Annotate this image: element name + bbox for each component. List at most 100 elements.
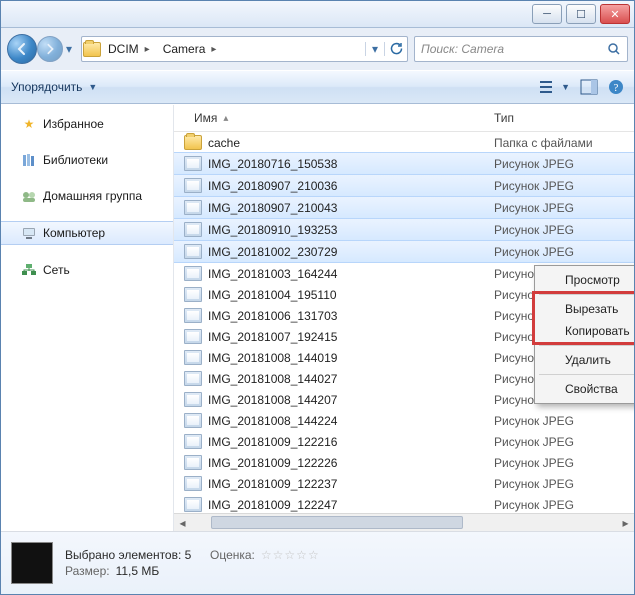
file-name: IMG_20181002_230729 [208, 245, 337, 259]
scroll-thumb[interactable] [211, 516, 463, 529]
file-name: IMG_20181008_144027 [208, 372, 337, 386]
svg-text:?: ? [614, 82, 619, 94]
ctx-delete[interactable]: Удалить [537, 349, 634, 371]
file-row[interactable]: IMG_20181009_122247Рисунок JPEG [174, 494, 634, 513]
file-row[interactable]: IMG_20181002_230729 Рисунок JPEG [174, 240, 634, 263]
column-type[interactable]: Тип [488, 111, 634, 125]
file-type: Рисунок JPEG [488, 157, 634, 171]
nav-favorites[interactable]: ★ Избранное [1, 113, 173, 135]
nav-label: Домашняя группа [43, 189, 142, 203]
nav-label: Сеть [43, 263, 70, 277]
file-name: IMG_20180716_150538 [208, 157, 337, 171]
breadcrumb-dcim[interactable]: DCIM▸ [102, 37, 157, 61]
image-file-icon [184, 266, 202, 281]
search-placeholder: Поиск: Camera [421, 42, 504, 56]
column-label: Имя [194, 111, 217, 125]
command-bar: Упорядочить ▼ ▼ ? [1, 70, 634, 104]
image-file-icon [184, 413, 202, 428]
file-row[interactable]: cacheПапка с файлами [174, 132, 634, 153]
refresh-button[interactable] [384, 42, 407, 56]
nav-label: Компьютер [43, 226, 105, 240]
help-button[interactable]: ? [608, 79, 624, 95]
address-dropdown[interactable]: ▾ [365, 42, 384, 56]
nav-computer[interactable]: Компьютер [1, 221, 173, 245]
address-bar[interactable]: DCIM▸ Camera▸ ▾ [81, 36, 408, 62]
preview-pane-button[interactable] [580, 79, 598, 95]
column-headers: Имя ▴ Тип [174, 105, 634, 132]
menu-separator [539, 294, 634, 295]
column-label: Тип [494, 111, 514, 125]
image-file-icon [184, 392, 202, 407]
image-file-icon [184, 476, 202, 491]
nav-label: Библиотеки [43, 153, 108, 167]
view-options-button[interactable]: ▼ [539, 79, 570, 95]
file-row[interactable]: IMG_20181009_122237Рисунок JPEG [174, 473, 634, 494]
ctx-view[interactable]: Просмотр [537, 269, 634, 291]
file-row[interactable]: IMG_20181008_144224Рисунок JPEG [174, 410, 634, 431]
file-name: IMG_20180907_210043 [208, 201, 337, 215]
file-type: Рисунок JPEG [488, 456, 634, 470]
scroll-left-arrow[interactable]: ◂ [174, 514, 191, 531]
history-dropdown[interactable]: ▾ [63, 35, 75, 63]
ctx-cut[interactable]: Вырезать [537, 298, 634, 320]
image-file-icon [184, 371, 202, 386]
file-row[interactable]: IMG_20181009_122226Рисунок JPEG [174, 452, 634, 473]
column-name[interactable]: Имя ▴ [174, 111, 488, 125]
image-file-icon [184, 222, 202, 237]
file-type: Рисунок JPEG [488, 179, 634, 193]
size-value: 11,5 МБ [116, 564, 160, 578]
close-button[interactable]: ✕ [600, 4, 630, 24]
file-type: Рисунок JPEG [488, 201, 634, 215]
navigation-pane: ★ Избранное Библиотеки Домашняя груп [1, 105, 174, 531]
image-file-icon [184, 497, 202, 512]
file-name: IMG_20181008_144224 [208, 414, 337, 428]
nav-homegroup[interactable]: Домашняя группа [1, 185, 173, 207]
file-list-pane: Имя ▴ Тип cacheПапка с файламиIMG_201807… [174, 105, 634, 531]
libraries-icon [21, 152, 37, 168]
maximize-button[interactable]: ☐ [566, 4, 596, 24]
minimize-button[interactable]: ─ [532, 4, 562, 24]
star-icon: ★ [21, 116, 37, 132]
file-row[interactable]: IMG_20180907_210043 Рисунок JPEG [174, 196, 634, 219]
details-pane: Выбрано элементов: 5 Оценка: ☆☆☆☆☆ Разме… [1, 531, 634, 594]
organize-menu[interactable]: Упорядочить ▼ [11, 80, 97, 94]
ctx-properties[interactable]: Свойства [537, 378, 634, 400]
file-name: cache [208, 136, 240, 150]
image-file-icon [184, 308, 202, 323]
file-type: Рисунок JPEG [488, 477, 634, 491]
scroll-right-arrow[interactable]: ▸ [617, 514, 634, 531]
image-file-icon [184, 200, 202, 215]
forward-button[interactable] [37, 36, 63, 62]
breadcrumb-camera[interactable]: Camera▸ [157, 37, 224, 61]
search-input[interactable]: Поиск: Camera [414, 36, 628, 62]
back-button[interactable] [7, 34, 37, 64]
rating-stars[interactable]: ☆☆☆☆☆ [261, 548, 320, 562]
file-type: Рисунок JPEG [488, 245, 634, 259]
folder-icon [82, 42, 102, 57]
file-type: Рисунок JPEG [488, 498, 634, 512]
file-row[interactable]: IMG_20181009_122216Рисунок JPEG [174, 431, 634, 452]
file-name: IMG_20181007_192415 [208, 330, 337, 344]
organize-label: Упорядочить [11, 80, 82, 94]
selection-title: Выбрано элементов: 5 [65, 548, 191, 562]
file-row[interactable]: IMG_20180907_210036 Рисунок JPEG [174, 174, 634, 197]
file-row[interactable]: IMG_20180910_193253Рисунок JPEG [174, 218, 634, 241]
image-file-icon [184, 350, 202, 365]
nav-label: Избранное [43, 117, 104, 131]
file-row[interactable]: IMG_20180716_150538 Рисунок JPEG [174, 152, 634, 175]
menu-separator [539, 374, 634, 375]
image-file-icon [184, 156, 202, 171]
search-icon [607, 42, 621, 56]
file-name: IMG_20181008_144207 [208, 393, 337, 407]
sort-indicator-icon: ▴ [223, 113, 228, 124]
nav-libraries[interactable]: Библиотеки [1, 149, 173, 171]
breadcrumb-label: DCIM [108, 42, 139, 56]
rating-label: Оценка: [210, 548, 255, 562]
ctx-copy[interactable]: Копировать [537, 320, 634, 342]
horizontal-scrollbar[interactable]: ◂ ▸ [174, 513, 634, 531]
image-file-icon [184, 244, 202, 259]
nav-network[interactable]: Сеть [1, 259, 173, 281]
file-name: IMG_20181006_131703 [208, 309, 337, 323]
selection-thumbnail [11, 542, 53, 584]
file-name: IMG_20180907_210036 [208, 179, 337, 193]
